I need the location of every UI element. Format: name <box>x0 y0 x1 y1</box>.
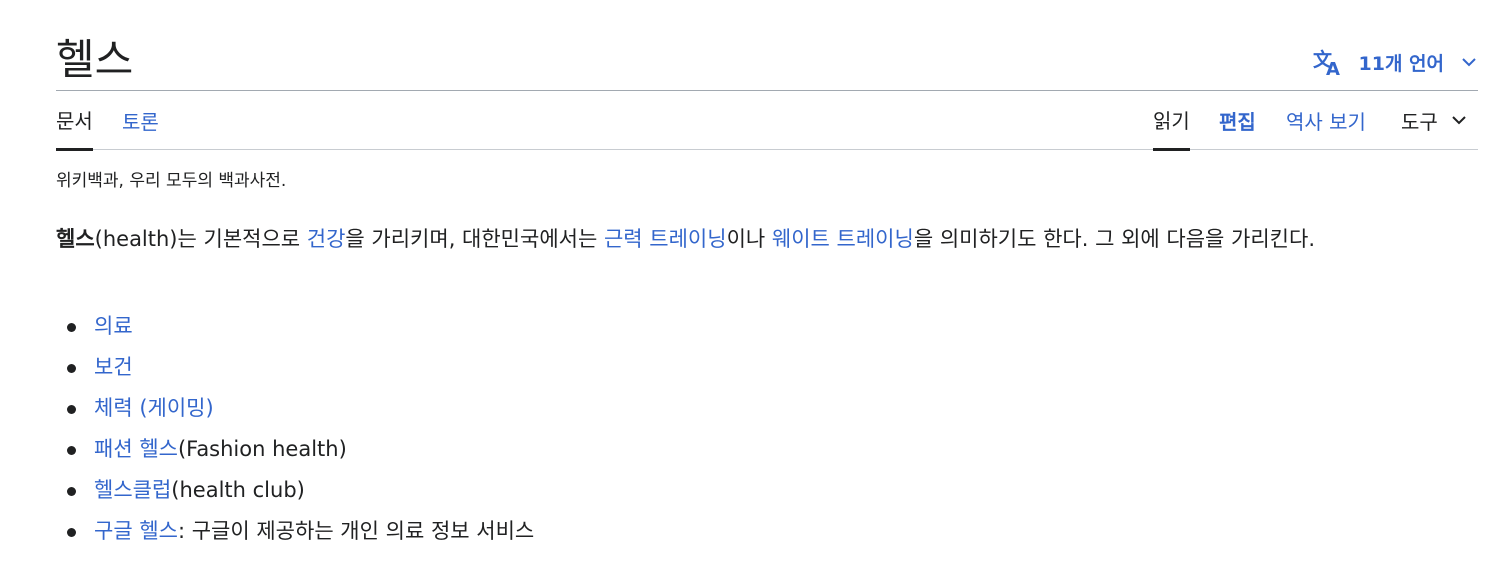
chevron-down-icon <box>1452 116 1466 125</box>
intro-paragraph: 헬스(health)는 기본적으로 건강을 가리키며, 대한민국에서는 근력 트… <box>56 220 1471 259</box>
tab-edit-label: 편집 <box>1219 109 1256 134</box>
list-item: 체력 (게이밍) <box>56 388 534 429</box>
bullet <box>67 528 76 537</box>
intro-term: 헬스 <box>56 227 95 251</box>
page-title: 헬스 <box>56 35 134 84</box>
tab-edit[interactable]: 편집 <box>1219 91 1256 149</box>
bullet <box>67 323 76 332</box>
list-item-suffix: (Fashion health) <box>177 437 347 461</box>
list-item-suffix: (health club) <box>171 478 305 502</box>
tab-history[interactable]: 역사 보기 <box>1286 91 1366 149</box>
bullet <box>67 364 76 373</box>
bullet <box>67 405 76 414</box>
bullet <box>67 446 76 455</box>
list-item-link[interactable]: 구글 헬스 <box>94 519 178 543</box>
link-strength-training[interactable]: 근력 트레이닝 <box>604 227 727 251</box>
link-weight-training[interactable]: 웨이트 트레이닝 <box>772 227 914 251</box>
article-page: 헬스 文 A 11개 언어 문서 토론 읽기 편집 역사 보기 도구 위키백과,… <box>56 0 1478 543</box>
list-item: 패션 헬스(Fashion health) <box>56 429 534 470</box>
intro-text-3: 이나 <box>726 227 772 251</box>
disambiguation-list: 의료 보건 체력 (게이밍) 패션 헬스(Fashion health) 헬스클… <box>56 306 534 552</box>
list-item-link[interactable]: 보건 <box>94 355 133 379</box>
tools-dropdown[interactable]: 도구 <box>1401 91 1468 149</box>
intro-text-4: 을 의미하기도 한다. 그 외에 다음을 가리킨다. <box>913 227 1315 251</box>
bullet <box>67 487 76 496</box>
list-item: 의료 <box>56 306 534 347</box>
translate-icon: 文 A <box>1313 48 1340 76</box>
tab-read[interactable]: 읽기 <box>1153 91 1190 151</box>
list-item: 보건 <box>56 347 534 388</box>
list-item: 구글 헬스: 구글이 제공하는 개인 의료 정보 서비스 <box>56 511 534 552</box>
list-item-link[interactable]: 패션 헬스 <box>94 437 178 461</box>
tab-read-label: 읽기 <box>1153 109 1190 133</box>
list-item-link[interactable]: 의료 <box>94 314 133 338</box>
svg-text:A: A <box>1326 59 1340 76</box>
link-health[interactable]: 건강 <box>307 227 346 251</box>
list-item: 헬스클럽(health club) <box>56 470 534 511</box>
tab-article-label: 문서 <box>56 109 93 133</box>
language-button[interactable]: 文 A 11개 언어 <box>1313 46 1479 78</box>
tab-history-label: 역사 보기 <box>1286 109 1366 134</box>
intro-text-2: 을 가리키며, 대한민국에서는 <box>345 227 604 251</box>
site-tagline: 위키백과, 우리 모두의 백과사전. <box>56 171 287 191</box>
title-row: 헬스 文 A 11개 언어 <box>56 0 1478 91</box>
tabs-row: 문서 토론 읽기 편집 역사 보기 도구 <box>56 91 1478 151</box>
tab-article[interactable]: 문서 <box>56 91 93 151</box>
tab-talk[interactable]: 토론 <box>122 91 159 149</box>
intro-text-1: (health)는 기본적으로 <box>94 227 307 251</box>
list-item-link[interactable]: 헬스클럽 <box>94 478 171 502</box>
tab-talk-label: 토론 <box>122 109 159 134</box>
list-item-link[interactable]: 체력 (게이밍) <box>94 396 214 420</box>
language-count-label: 11개 언어 <box>1358 52 1445 75</box>
chevron-down-icon <box>1462 58 1476 67</box>
list-item-suffix: : 구글이 제공하는 개인 의료 정보 서비스 <box>177 519 535 543</box>
tab-tools-label: 도구 <box>1401 109 1438 134</box>
